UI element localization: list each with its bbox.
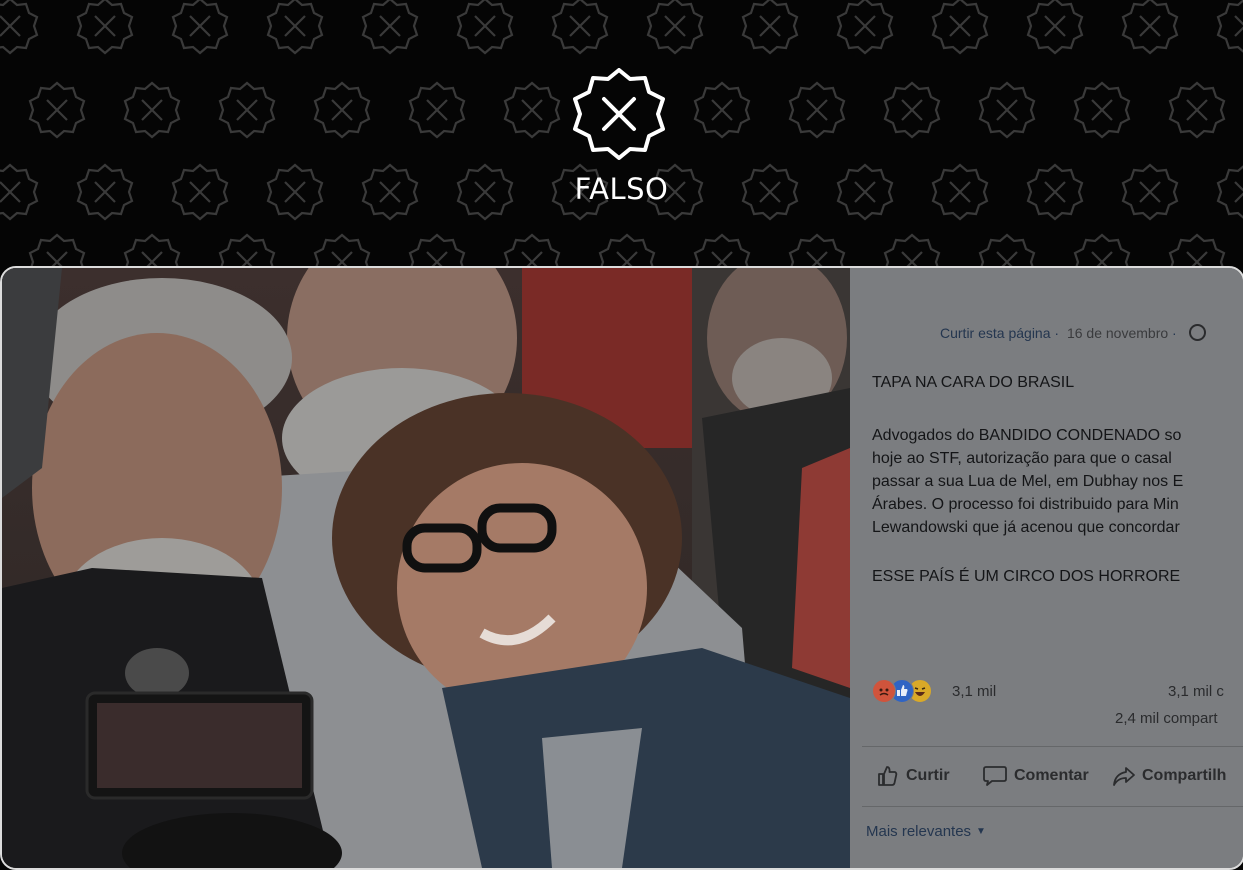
post-actions: Curtir Comentar Compartilh <box>872 764 1243 790</box>
seal-pattern-icon <box>1121 0 1179 55</box>
post-body-line: Advogados do BANDIDO CONDENADO so <box>872 427 1182 444</box>
post-title: TAPA NA CARA DO BRASIL <box>872 374 1075 391</box>
post-body-line: Árabes. O processo foi distribuido para … <box>872 496 1179 513</box>
seal-pattern-icon <box>1073 81 1131 139</box>
facebook-post-panel: Curtir esta página · 16 de novembro · TA… <box>850 268 1243 868</box>
post-photo <box>2 268 850 868</box>
like-button[interactable]: Curtir <box>876 764 950 788</box>
seal-pattern-icon <box>788 81 846 139</box>
post-meta: Curtir esta página · 16 de novembro · <box>940 324 1206 341</box>
angry-react-icon <box>872 679 896 703</box>
seal-pattern-icon <box>503 81 561 139</box>
seal-pattern-icon <box>456 0 514 55</box>
meta-separator-2: · <box>1172 325 1177 341</box>
seal-pattern-icon <box>361 0 419 55</box>
seal-pattern-icon <box>931 0 989 55</box>
seal-pattern-icon <box>978 81 1036 139</box>
post-closing: ESSE PAÍS É UM CIRCO DOS HORRORE <box>872 568 1181 585</box>
share-button-label: Compartilh <box>1142 767 1227 784</box>
reactions-count: 3,1 mil <box>952 683 997 700</box>
post-body-line: Lewandowski que já acenou que concordar <box>872 519 1180 536</box>
shares-count[interactable]: 2,4 mil compart <box>1115 710 1218 727</box>
post-date[interactable]: 16 de novembro <box>1067 325 1168 341</box>
meta-separator: · <box>1054 325 1060 341</box>
seal-pattern-icon <box>836 0 894 55</box>
seal-pattern-icon <box>1168 81 1226 139</box>
comment-icon <box>983 766 1007 786</box>
seal-pattern-icon <box>171 0 229 55</box>
comments-sort-dropdown[interactable]: Mais relevantes ▼ <box>866 823 986 840</box>
seal-pattern-icon <box>1026 0 1084 55</box>
like-button-label: Curtir <box>906 767 950 784</box>
seal-pattern-icon <box>0 0 39 55</box>
sort-label: Mais relevantes <box>866 823 972 840</box>
seal-pattern-icon <box>28 81 86 139</box>
divider <box>862 806 1243 807</box>
share-button[interactable]: Compartilh <box>1112 764 1226 788</box>
x-seal-icon <box>573 68 665 160</box>
thumbs-up-icon <box>878 766 898 786</box>
comment-button[interactable]: Comentar <box>982 764 1089 788</box>
share-arrow-icon <box>1113 767 1135 786</box>
seal-pattern-icon <box>266 0 324 55</box>
like-page-link[interactable]: Curtir esta página <box>940 325 1051 341</box>
post-body-line: hoje ao STF, autorização para que o casa… <box>872 450 1172 467</box>
screenshot-card: Curtir esta página · 16 de novembro · TA… <box>0 266 1243 870</box>
seal-pattern-icon <box>551 0 609 55</box>
seal-pattern-icon <box>646 0 704 55</box>
seal-pattern-icon <box>313 81 371 139</box>
seal-pattern-icon <box>741 0 799 55</box>
caret-down-icon: ▼ <box>976 826 986 837</box>
seal-pattern-icon <box>1216 0 1243 55</box>
seal-pattern-icon <box>76 0 134 55</box>
divider <box>862 746 1243 747</box>
verdict-label: FALSO <box>574 172 669 206</box>
seal-pattern-icon <box>693 81 751 139</box>
seal-pattern-icon <box>408 81 466 139</box>
seal-pattern-icon <box>218 81 276 139</box>
comments-count[interactable]: 3,1 mil c <box>1168 683 1224 700</box>
seal-pattern-icon <box>123 81 181 139</box>
seal-pattern-icon <box>883 81 941 139</box>
comment-button-label: Comentar <box>1014 767 1089 784</box>
post-body-line: passar a sua Lua de Mel, em Dubhay nos E <box>872 473 1184 490</box>
globe-icon <box>1188 324 1206 341</box>
post-body: Advogados do BANDIDO CONDENADO so hoje a… <box>872 424 1243 539</box>
